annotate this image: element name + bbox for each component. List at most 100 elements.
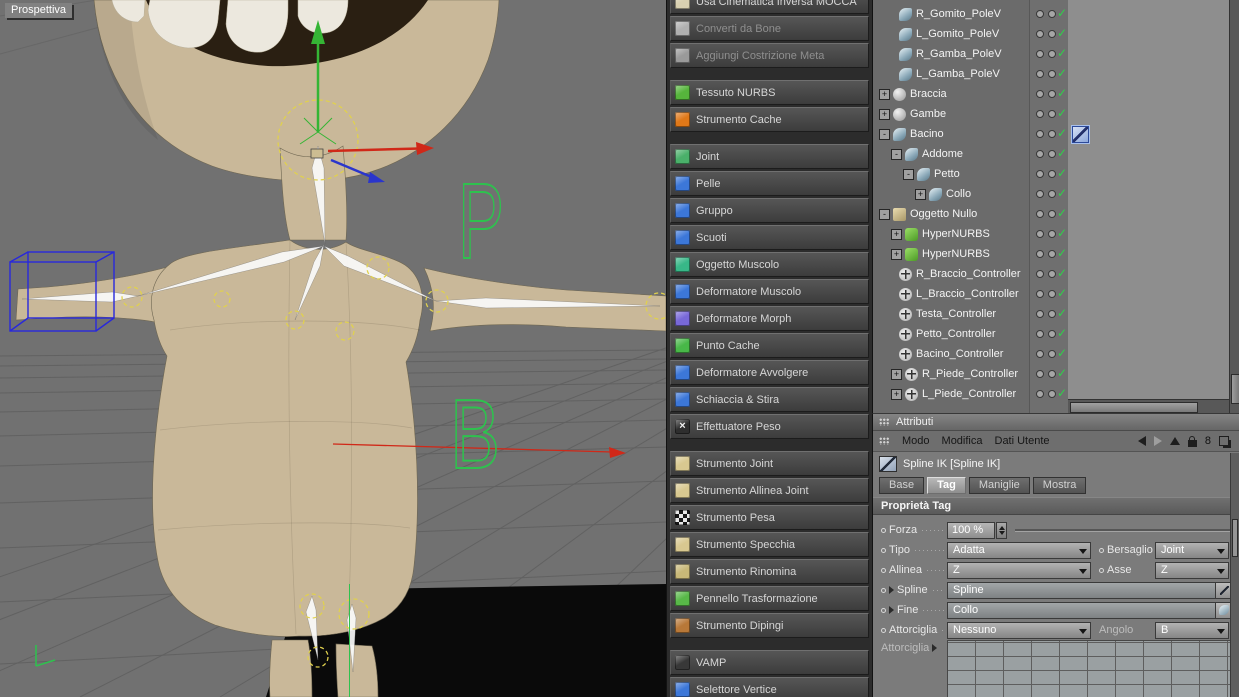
menu-modifica[interactable]: Modifica	[942, 435, 983, 447]
editor-visibility-dot[interactable]	[1036, 110, 1044, 118]
object-name[interactable]: Bacino_Controller	[916, 348, 1003, 360]
editor-visibility-dot[interactable]	[1036, 170, 1044, 178]
tab-tag[interactable]: Tag	[927, 477, 966, 494]
enabled-check-icon[interactable]: ✓	[1057, 326, 1067, 340]
enabled-check-icon[interactable]: ✓	[1057, 186, 1067, 200]
palette-button-strumento-pesa[interactable]: Strumento Pesa	[670, 505, 869, 530]
object-row-oggetto-nullo[interactable]: - Oggetto Nullo ✓	[873, 204, 1229, 224]
palette-button-joint[interactable]: Joint	[670, 144, 869, 169]
object-manager-horizontal-scrollbar[interactable]	[1068, 399, 1229, 413]
neck[interactable]	[279, 145, 348, 241]
palette-button-tessuto-nurbs[interactable]: Tessuto NURBS	[670, 80, 869, 105]
tab-maniglie[interactable]: Maniglie	[968, 477, 1030, 494]
right-leg[interactable]	[335, 643, 379, 697]
editor-visibility-dot[interactable]	[1036, 30, 1044, 38]
anim-dot[interactable]	[881, 567, 886, 573]
palette-button-converti-da-bone[interactable]: Converti da Bone	[670, 16, 869, 41]
object-name[interactable]: R_Gamba_PoleV	[916, 48, 1002, 60]
render-visibility-dot[interactable]	[1048, 110, 1056, 118]
asse-dropdown[interactable]: Z	[1155, 561, 1229, 579]
enabled-check-icon[interactable]: ✓	[1057, 86, 1067, 100]
forza-stepper[interactable]	[996, 521, 1007, 539]
expand-icon[interactable]: +	[879, 88, 890, 100]
render-visibility-dot[interactable]	[1048, 390, 1056, 398]
palette-button-pennello-trasformazione[interactable]: Pennello Trasformazione	[670, 586, 869, 611]
object-name[interactable]: L_Piede_Controller	[922, 388, 1016, 400]
object-manager-vertical-scrollbar[interactable]	[1229, 0, 1239, 413]
expand-arrow-icon[interactable]	[889, 586, 894, 594]
tipo-dropdown[interactable]: Adatta	[947, 541, 1091, 559]
enabled-check-icon[interactable]: ✓	[1057, 26, 1067, 40]
section-header[interactable]: Proprietà Tag	[873, 497, 1239, 515]
object-name[interactable]: Petto_Controller	[916, 328, 996, 340]
render-visibility-dot[interactable]	[1048, 210, 1056, 218]
object-row-addome[interactable]: - Addome ✓	[873, 144, 1229, 164]
palette-button-effettuatore-peso[interactable]: × Effettuatore Peso	[670, 414, 869, 439]
enabled-check-icon[interactable]: ✓	[1057, 166, 1067, 180]
editor-visibility-dot[interactable]	[1036, 50, 1044, 58]
object-name[interactable]: Addome	[922, 148, 963, 160]
scrollbar-thumb[interactable]	[1070, 402, 1198, 413]
enabled-check-icon[interactable]: ✓	[1057, 126, 1067, 140]
palette-button-oggetto-muscolo[interactable]: Oggetto Muscolo	[670, 252, 869, 277]
render-visibility-dot[interactable]	[1048, 150, 1056, 158]
object-name[interactable]: L_Gamba_PoleV	[916, 68, 1000, 80]
render-visibility-dot[interactable]	[1048, 170, 1056, 178]
render-visibility-dot[interactable]	[1048, 130, 1056, 138]
palette-button-strumento-specchia[interactable]: Strumento Specchia	[670, 532, 869, 557]
render-visibility-dot[interactable]	[1048, 10, 1056, 18]
fine-link-field[interactable]: Collo	[947, 601, 1233, 619]
object-row-l-braccio-controller[interactable]: L_Braccio_Controller ✓	[873, 284, 1229, 304]
palette-button-pelle[interactable]: Pelle	[670, 171, 869, 196]
object-name[interactable]: Bacino	[910, 128, 944, 140]
expand-icon[interactable]: +	[891, 368, 902, 380]
object-name[interactable]: Gambe	[910, 108, 946, 120]
link-count[interactable]: 8	[1205, 435, 1211, 447]
palette-button-scuoti[interactable]: Scuoti	[670, 225, 869, 250]
editor-visibility-dot[interactable]	[1036, 70, 1044, 78]
render-visibility-dot[interactable]	[1048, 250, 1056, 258]
object-row-hypernurbs[interactable]: + HyperNURBS ✓	[873, 224, 1229, 244]
enabled-check-icon[interactable]: ✓	[1057, 66, 1067, 80]
editor-visibility-dot[interactable]	[1036, 350, 1044, 358]
enabled-check-icon[interactable]: ✓	[1057, 106, 1067, 120]
palette-button-deformatore-morph[interactable]: Deformatore Morph	[670, 306, 869, 331]
palette-button-aggiungi-costrizione-meta[interactable]: Aggiungi Costrizione Meta	[670, 43, 869, 68]
render-visibility-dot[interactable]	[1048, 310, 1056, 318]
enabled-check-icon[interactable]: ✓	[1057, 206, 1067, 220]
palette-button-punto-cache[interactable]: Punto Cache	[670, 333, 869, 358]
object-row-l-gamba-polev[interactable]: L_Gamba_PoleV ✓	[873, 64, 1229, 84]
spline-ik-tag-icon[interactable]	[1072, 126, 1089, 143]
scrollbar-thumb[interactable]	[1232, 519, 1238, 557]
spline-text-p[interactable]: P	[457, 159, 505, 282]
object-row-collo[interactable]: + Collo ✓	[873, 184, 1229, 204]
enabled-check-icon[interactable]: ✓	[1057, 306, 1067, 320]
object-row-r-gomito-polev[interactable]: R_Gomito_PoleV ✓	[873, 4, 1229, 24]
allinea-dropdown[interactable]: Z	[947, 561, 1091, 579]
object-row-braccia[interactable]: + Braccia ✓	[873, 84, 1229, 104]
object-name[interactable]: Braccia	[910, 88, 947, 100]
anim-dot[interactable]	[881, 587, 886, 593]
anim-dot[interactable]	[1099, 567, 1104, 573]
editor-visibility-dot[interactable]	[1036, 90, 1044, 98]
editor-visibility-dot[interactable]	[1036, 370, 1044, 378]
render-visibility-dot[interactable]	[1048, 330, 1056, 338]
palette-button-strumento-allinea-joint[interactable]: Strumento Allinea Joint	[670, 478, 869, 503]
object-row-hypernurbs[interactable]: + HyperNURBS ✓	[873, 244, 1229, 264]
bersaglio-dropdown[interactable]: Joint	[1155, 541, 1229, 559]
pivot-box[interactable]	[310, 148, 324, 159]
render-visibility-dot[interactable]	[1048, 230, 1056, 238]
render-visibility-dot[interactable]	[1048, 70, 1056, 78]
tab-mostra[interactable]: Mostra	[1032, 477, 1087, 494]
history-back-icon[interactable]	[1137, 436, 1146, 446]
render-visibility-dot[interactable]	[1048, 350, 1056, 358]
editor-visibility-dot[interactable]	[1036, 330, 1044, 338]
editor-visibility-dot[interactable]	[1036, 150, 1044, 158]
tab-base[interactable]: Base	[879, 477, 925, 494]
editor-visibility-dot[interactable]	[1036, 310, 1044, 318]
object-name[interactable]: Petto	[934, 168, 960, 180]
object-name[interactable]: Oggetto Nullo	[910, 208, 977, 220]
menu-grip-icon[interactable]	[879, 437, 890, 445]
object-name[interactable]: Collo	[946, 188, 971, 200]
palette-button-vamp[interactable]: VAMP	[670, 650, 869, 675]
